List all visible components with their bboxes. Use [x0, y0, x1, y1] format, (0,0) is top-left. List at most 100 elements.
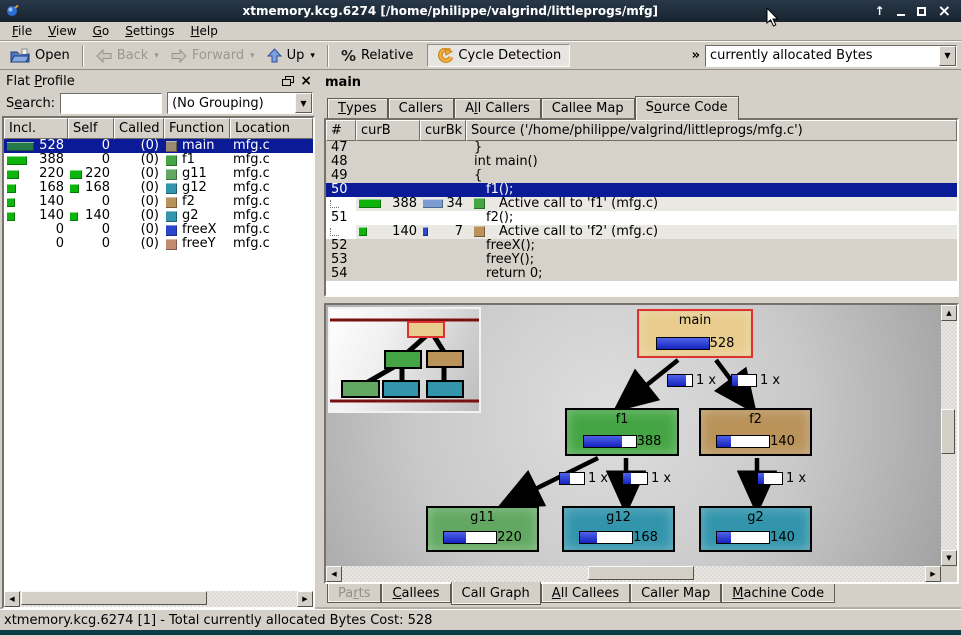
table-row[interactable]: 168 168 (0) g12 mfg.c	[4, 181, 313, 195]
column-function[interactable]: Function	[164, 118, 230, 139]
up-dropdown-icon[interactable]: ▾	[310, 51, 315, 61]
tab-callee-map[interactable]: Callee Map	[541, 98, 635, 118]
graph-node-f1[interactable]: f1 388	[565, 408, 679, 456]
chevron-down-icon[interactable]: ▼	[939, 46, 956, 66]
status-bar: xtmemory.kcg.6274 [1] - Total currently …	[0, 609, 961, 630]
tab-all-callees[interactable]: All Callees	[541, 584, 630, 603]
grouping-select[interactable]: (No Grouping) ▼	[167, 92, 313, 114]
scroll-down-icon[interactable]: ▼	[941, 550, 957, 566]
column-curB[interactable]: curB	[356, 120, 420, 141]
function-color-icon	[166, 141, 177, 152]
source-line[interactable]: 53 freeY();	[326, 253, 957, 267]
close-dock-icon[interactable]: ×	[300, 76, 312, 86]
graph-node-g12[interactable]: g12 168	[562, 506, 675, 552]
table-row[interactable]: 220 220 (0) g11 mfg.c	[4, 167, 313, 181]
float-icon[interactable]	[282, 76, 294, 87]
minimize-icon[interactable]	[897, 7, 905, 16]
tab-source-code[interactable]: Source Code	[635, 96, 739, 120]
column-line-number[interactable]: #	[326, 120, 356, 141]
menu-settings[interactable]: Settings	[117, 23, 182, 39]
cost-bar	[359, 199, 381, 208]
column-incl[interactable]: Incl.	[4, 118, 68, 139]
source-call-line[interactable]: 140 7 Active call to 'f2' (mfg.c)	[326, 225, 957, 239]
column-curBk[interactable]: curBk	[420, 120, 466, 141]
flat-profile-hscrollbar[interactable]: ◀ ▶	[4, 591, 313, 607]
tab-all-callers[interactable]: All Callers	[454, 98, 541, 118]
source-line[interactable]: 48 int main()	[326, 155, 957, 169]
source-line-selected[interactable]: 50 f1();	[326, 183, 957, 197]
call-graph-canvas[interactable]: main 528 f1 388 f2 140 g11 220	[326, 305, 941, 566]
source-call-line[interactable]: 388 34 Active call to 'f1' (mfg.c)	[326, 197, 957, 211]
back-dropdown-icon[interactable]: ▾	[154, 51, 159, 61]
forward-button[interactable]: Forward▾	[165, 46, 261, 65]
table-header: Incl. Self Called Function Location	[4, 118, 313, 139]
graph-node-g2[interactable]: g2 140	[699, 506, 812, 552]
up-button[interactable]: Up▾	[261, 46, 321, 65]
source-line[interactable]: 51 f2();	[326, 211, 957, 225]
tab-types[interactable]: Types	[327, 98, 388, 118]
scroll-left-icon[interactable]: ◀	[326, 566, 342, 582]
menu-go[interactable]: Go	[85, 23, 118, 39]
scroll-thumb[interactable]	[941, 409, 955, 454]
close-icon[interactable]: ×	[938, 5, 951, 17]
tab-callees[interactable]: Callees	[381, 584, 450, 603]
graph-vscrollbar[interactable]: ▲ ▼	[941, 305, 957, 566]
source-line[interactable]: 54 return 0;	[326, 267, 957, 281]
graph-hscrollbar[interactable]: ◀ ▶	[326, 566, 941, 582]
table-row[interactable]: 140 140 (0) g2 mfg.c	[4, 209, 313, 223]
flat-profile-title: Flat Profile	[6, 74, 276, 89]
cycle-detection-button[interactable]: Cycle Detection	[427, 44, 570, 67]
scroll-right-icon[interactable]: ▶	[297, 591, 313, 607]
graph-node-f2[interactable]: f2 140	[699, 408, 812, 456]
tab-callers[interactable]: Callers	[388, 98, 454, 118]
column-self[interactable]: Self	[68, 118, 114, 139]
column-location[interactable]: Location	[230, 118, 313, 139]
tab-call-graph[interactable]: Call Graph	[451, 582, 541, 605]
graph-birdseye-view[interactable]	[328, 307, 481, 413]
edge-label-f1-g12: 1 x	[622, 471, 671, 486]
window-title: xtmemory.kcg.6274 [/home/philippe/valgri…	[26, 4, 875, 18]
back-button[interactable]: Back▾	[90, 46, 165, 65]
scroll-right-icon[interactable]: ▶	[925, 566, 941, 582]
source-line[interactable]: 47 }	[326, 141, 957, 155]
table-empty-area	[4, 251, 313, 591]
column-called[interactable]: Called	[114, 118, 164, 139]
mouse-cursor	[766, 8, 780, 28]
forward-dropdown-icon[interactable]: ▾	[250, 51, 255, 61]
table-row[interactable]: 528 0 (0) main mfg.c	[4, 139, 313, 153]
tab-caller-map[interactable]: Caller Map	[630, 584, 721, 603]
scroll-left-icon[interactable]: ◀	[4, 591, 20, 607]
function-detail-panel: main Types Callers All Callers Callee Ma…	[320, 70, 961, 609]
table-row[interactable]: 388 0 (0) f1 mfg.c	[4, 153, 313, 167]
app-icon[interactable]	[6, 4, 20, 18]
edge-label-f1-g11: 1 x	[559, 471, 608, 486]
chevron-down-icon[interactable]: ▼	[295, 93, 312, 113]
function-color-icon	[166, 155, 177, 166]
open-button[interactable]: Open	[4, 46, 76, 66]
relative-toggle-button[interactable]: % Relative	[335, 45, 419, 67]
shade-icon[interactable]: ↑	[875, 5, 885, 17]
forward-arrow-icon	[171, 49, 187, 63]
menu-view[interactable]: View	[40, 23, 84, 39]
scroll-thumb[interactable]	[588, 566, 694, 580]
event-type-select[interactable]: currently allocated Bytes ▼	[705, 45, 957, 67]
table-row[interactable]: 140 0 (0) f2 mfg.c	[4, 195, 313, 209]
scroll-up-icon[interactable]: ▲	[941, 305, 957, 321]
table-row[interactable]: 0 0 (0) freeY mfg.c	[4, 237, 313, 251]
tab-parts[interactable]: Parts	[327, 584, 381, 603]
graph-node-g11[interactable]: g11 220	[426, 506, 539, 552]
scroll-thumb[interactable]	[21, 591, 207, 605]
kcachegrind-window: xtmemory.kcg.6274 [/home/philippe/valgri…	[0, 0, 961, 636]
table-row[interactable]: 0 0 (0) freeX mfg.c	[4, 223, 313, 237]
source-line[interactable]: 52 freeX();	[326, 239, 957, 253]
graph-node-main[interactable]: main 528	[637, 309, 753, 358]
menu-help[interactable]: Help	[182, 23, 225, 39]
toolbar-overflow-icon[interactable]: »	[687, 48, 705, 63]
cycle-arrow-icon	[436, 48, 453, 63]
source-line[interactable]: 49 {	[326, 169, 957, 183]
search-input[interactable]	[60, 93, 162, 114]
menu-file[interactable]: File	[4, 23, 40, 39]
column-source[interactable]: Source ('/home/philippe/valgrind/littlep…	[466, 120, 957, 141]
maximize-icon[interactable]	[917, 7, 926, 16]
tab-machine-code[interactable]: Machine Code	[721, 584, 835, 603]
